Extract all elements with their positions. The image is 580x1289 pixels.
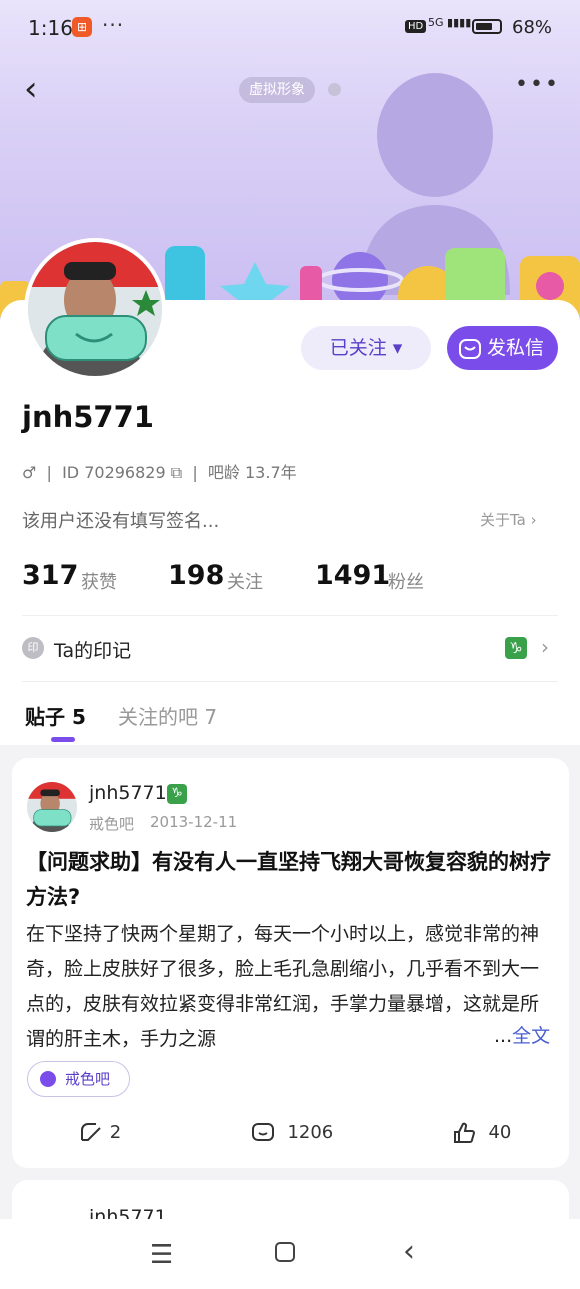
- virtual-avatar-label[interactable]: 虚拟形象: [239, 77, 315, 103]
- more-icon[interactable]: •••: [515, 72, 560, 97]
- seal-label[interactable]: Ta的印记: [54, 636, 131, 663]
- post-body[interactable]: 在下坚持了快两个星期了，每天一个小时以上，感觉非常的神奇，脸上皮肤好了很多，脸上…: [26, 917, 556, 1057]
- forum-icon: [40, 1071, 56, 1087]
- battery-icon: [472, 19, 502, 34]
- divider: [22, 615, 558, 616]
- post-avatar[interactable]: [27, 782, 77, 832]
- seal-icon: 印: [22, 637, 44, 659]
- menu-icon[interactable]: ☰: [150, 1240, 173, 1270]
- likes-label[interactable]: 获赞: [81, 568, 117, 594]
- signal-icon: 5G ▮▮▮▮: [428, 16, 472, 29]
- forum-tag-label: 戒色吧: [65, 1070, 111, 1088]
- dropdown-icon: ▾: [392, 337, 403, 359]
- post-forum[interactable]: 戒色吧: [89, 813, 134, 834]
- post-title[interactable]: 【问题求助】有没有人一直坚持飞翔大哥恢复容貌的树疗方法?: [26, 845, 556, 915]
- ellipsis: ...: [494, 1025, 513, 1047]
- virtual-dot: [328, 83, 341, 96]
- post-date: 2013-12-11: [150, 813, 238, 831]
- send-message-button[interactable]: 发私信: [447, 326, 558, 370]
- comment-button[interactable]: 1206: [250, 1120, 333, 1146]
- fans-count[interactable]: 1491: [315, 560, 390, 591]
- share-button[interactable]: 2: [78, 1120, 121, 1146]
- thumbs-up-icon: [454, 1122, 476, 1143]
- back-nav-icon[interactable]: ‹: [403, 1234, 415, 1269]
- post-avatar-image: [27, 782, 77, 832]
- gender-icon: ♂: [22, 463, 37, 482]
- home-icon[interactable]: [275, 1242, 295, 1262]
- tab-indicator: [51, 737, 75, 742]
- capricorn-badge-icon[interactable]: ♑: [505, 637, 527, 659]
- fans-label[interactable]: 粉丝: [388, 568, 424, 594]
- avatar-image: [28, 242, 162, 376]
- full-text-label: 全文: [512, 1025, 551, 1047]
- tab-followed-forums[interactable]: 关注的吧 7: [118, 701, 217, 730]
- post-author[interactable]: jnh5771: [89, 782, 167, 804]
- full-text-link[interactable]: ...全文: [492, 1019, 551, 1054]
- forum-tag[interactable]: 戒色吧: [27, 1061, 130, 1097]
- comment-count: 1206: [287, 1122, 334, 1143]
- user-id: ID 70296829: [62, 463, 166, 482]
- profile-meta: ♂ | ID 70296829 ⧉ | 吧龄 13.7年: [22, 463, 297, 482]
- signature: 该用户还没有填写签名...: [22, 511, 220, 532]
- username: jnh5771: [22, 400, 154, 434]
- divider: [22, 681, 558, 682]
- message-icon: [459, 339, 481, 359]
- comment-icon: [252, 1123, 274, 1141]
- about-label: 关于Ta: [480, 511, 526, 529]
- back-icon[interactable]: ‹: [24, 72, 52, 108]
- like-button[interactable]: 40: [451, 1120, 511, 1146]
- capricorn-badge-icon: ♑: [167, 784, 187, 804]
- app-notification-icon: ⊞: [72, 17, 92, 37]
- status-time: 1:16: [28, 16, 73, 40]
- followed-button[interactable]: 已关注 ▾: [301, 326, 431, 370]
- bar-age: 吧龄 13.7年: [207, 463, 297, 482]
- tab-posts[interactable]: 贴子 5: [25, 701, 86, 730]
- following-count[interactable]: 198: [168, 560, 224, 591]
- signal-label: 5G: [428, 16, 444, 29]
- chevron-right-icon[interactable]: ›: [541, 635, 549, 659]
- send-message-label: 发私信: [487, 337, 545, 359]
- followed-label: 已关注: [329, 337, 387, 359]
- copy-icon[interactable]: ⧉: [171, 463, 182, 482]
- chevron-right-icon: ›: [530, 511, 537, 529]
- share-count: 2: [109, 1122, 122, 1143]
- likes-count[interactable]: 317: [22, 560, 78, 591]
- battery-percent: 68%: [512, 17, 553, 38]
- status-bar: 1:16 ⊞ ··· HD 5G ▮▮▮▮ 68%: [0, 0, 580, 56]
- hd-icon: HD: [405, 20, 427, 33]
- like-count: 40: [488, 1122, 512, 1143]
- edit-share-icon: [81, 1123, 101, 1141]
- status-dots: ···: [102, 13, 125, 37]
- avatar[interactable]: [24, 238, 166, 380]
- following-label[interactable]: 关注: [227, 568, 263, 594]
- about-link[interactable]: 关于Ta ›: [480, 509, 537, 530]
